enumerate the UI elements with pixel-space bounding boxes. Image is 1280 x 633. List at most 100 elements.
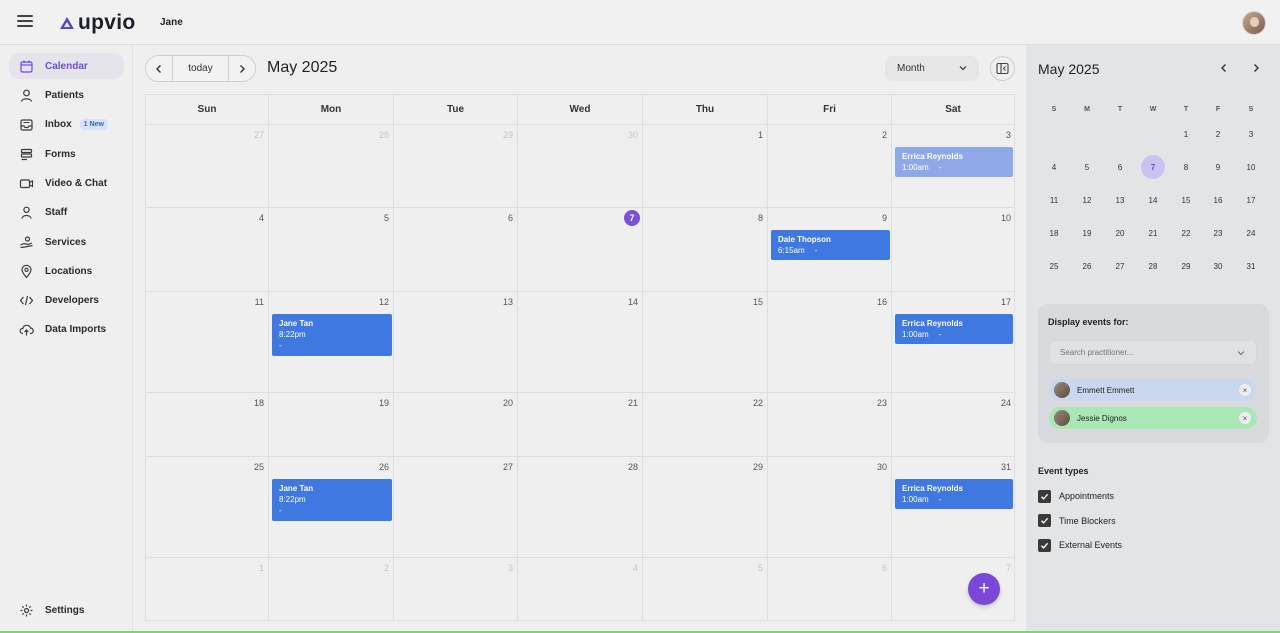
event-type-option[interactable]: Appointments [1038, 489, 1114, 503]
mini-day[interactable]: 9 [1206, 155, 1230, 179]
toggle-side-panel-button[interactable] [990, 56, 1015, 81]
practitioner-search-input[interactable] [1049, 340, 1257, 365]
day-cell[interactable]: 18 [146, 393, 269, 457]
sidebar-item-settings[interactable]: Settings [9, 597, 124, 623]
sidebar-item-locations[interactable]: Locations [9, 258, 124, 284]
mini-day[interactable]: 18 [1042, 221, 1066, 245]
checkbox-checked-icon[interactable] [1038, 538, 1051, 552]
mini-day-selected[interactable]: 7 [1141, 155, 1165, 179]
day-cell[interactable]: 27 [394, 457, 518, 558]
event-type-option[interactable]: Time Blockers [1038, 514, 1116, 528]
mini-day[interactable]: 11 [1042, 188, 1066, 212]
day-cell[interactable]: 29 [643, 457, 768, 558]
view-select[interactable]: Month [885, 56, 979, 81]
mini-day[interactable]: 23 [1206, 221, 1230, 245]
mini-day[interactable]: 21 [1141, 221, 1165, 245]
mini-day[interactable]: 3 [1239, 122, 1263, 146]
day-cell[interactable]: 4 [518, 558, 643, 621]
mini-day[interactable]: 10 [1239, 155, 1263, 179]
day-cell[interactable]: 5 [643, 558, 768, 621]
day-cell[interactable]: 13 [394, 292, 518, 393]
mini-day[interactable]: 19 [1075, 221, 1099, 245]
calendar-event[interactable]: Jane Tan 8:22pm - [272, 479, 392, 521]
mini-day[interactable]: 2 [1206, 122, 1230, 146]
day-cell[interactable]: 20 [394, 393, 518, 457]
mini-day[interactable]: 1 [1174, 122, 1198, 146]
mini-day[interactable]: 24 [1239, 221, 1263, 245]
sidebar-item-patients[interactable]: Patients [9, 82, 124, 108]
day-cell[interactable]: 14 [518, 292, 643, 393]
day-cell[interactable]: 11 [146, 292, 269, 393]
day-cell[interactable]: 19 [269, 393, 394, 457]
menu-icon[interactable] [17, 15, 33, 29]
day-cell[interactable]: 10 [892, 208, 1015, 292]
mini-day[interactable]: 25 [1042, 254, 1066, 278]
mini-day[interactable]: 20 [1108, 221, 1132, 245]
mini-day[interactable]: 17 [1239, 188, 1263, 212]
day-cell[interactable]: 30 [768, 457, 892, 558]
day-cell[interactable]: 28 [518, 457, 643, 558]
day-cell[interactable]: 6 [394, 208, 518, 292]
sidebar-item-services[interactable]: Services [9, 229, 124, 255]
mini-day[interactable]: 12 [1075, 188, 1099, 212]
sidebar-item-inbox[interactable]: Inbox 1 New [9, 111, 124, 137]
checkbox-checked-icon[interactable] [1038, 489, 1051, 503]
calendar-event[interactable]: Errica Reynolds 1:00am - [895, 479, 1013, 509]
day-cell[interactable]: 4 [146, 208, 269, 292]
mini-next-button[interactable] [1248, 60, 1264, 76]
day-cell[interactable]: 23 [768, 393, 892, 457]
day-cell[interactable]: 24 [892, 393, 1015, 457]
mini-day[interactable]: 16 [1206, 188, 1230, 212]
day-cell[interactable]: 27 [146, 125, 269, 208]
user-avatar[interactable] [1242, 11, 1266, 35]
close-icon[interactable]: × [1239, 384, 1251, 396]
mini-day[interactable]: 26 [1075, 254, 1099, 278]
mini-day[interactable]: 13 [1108, 188, 1132, 212]
sidebar-item-video-chat[interactable]: Video & Chat [9, 170, 124, 196]
day-cell[interactable]: 25 [146, 457, 269, 558]
mini-day[interactable]: 29 [1174, 254, 1198, 278]
day-cell[interactable]: 16 [768, 292, 892, 393]
day-cell[interactable]: 3 [394, 558, 518, 621]
calendar-event[interactable]: Jane Tan 8:22pm - [272, 314, 392, 356]
event-type-option[interactable]: External Events [1038, 538, 1122, 552]
sidebar-item-staff[interactable]: Staff [9, 199, 124, 225]
day-cell[interactable]: 22 [643, 393, 768, 457]
day-cell[interactable]: 5 [269, 208, 394, 292]
mini-day[interactable]: 14 [1141, 188, 1165, 212]
mini-day[interactable]: 28 [1141, 254, 1165, 278]
day-cell[interactable]: 2 [269, 558, 394, 621]
sidebar-item-forms[interactable]: Forms [9, 141, 124, 167]
day-cell[interactable]: 29 [394, 125, 518, 208]
close-icon[interactable]: × [1239, 412, 1251, 424]
day-cell[interactable]: 8 [643, 208, 768, 292]
checkbox-checked-icon[interactable] [1038, 514, 1051, 527]
mini-prev-button[interactable] [1216, 60, 1232, 76]
add-event-button[interactable]: + [968, 573, 1000, 605]
prev-month-button[interactable] [146, 55, 172, 82]
day-cell[interactable]: 7 [518, 208, 643, 292]
mini-day[interactable]: 31 [1239, 254, 1263, 278]
sidebar-item-calendar[interactable]: Calendar [9, 53, 124, 79]
day-cell[interactable]: 15 [643, 292, 768, 393]
calendar-event[interactable]: Dale Thopson 6:15am - [771, 230, 890, 260]
mini-day[interactable]: 5 [1075, 155, 1099, 179]
day-cell[interactable]: 6 [768, 558, 892, 621]
day-cell[interactable]: 1 [146, 558, 269, 621]
mini-day[interactable]: 30 [1206, 254, 1230, 278]
mini-day[interactable]: 22 [1174, 221, 1198, 245]
today-button[interactable]: today [172, 55, 229, 82]
sidebar-item-developers[interactable]: Developers [9, 287, 124, 313]
mini-day[interactable]: 6 [1108, 155, 1132, 179]
sidebar-item-data-imports[interactable]: Data Imports [9, 316, 124, 342]
mini-day[interactable]: 27 [1108, 254, 1132, 278]
next-month-button[interactable] [229, 55, 255, 82]
day-cell[interactable]: 1 [643, 125, 768, 208]
day-cell[interactable]: 21 [518, 393, 643, 457]
day-cell[interactable]: 2 [768, 125, 892, 208]
mini-day[interactable]: 8 [1174, 155, 1198, 179]
mini-day[interactable]: 15 [1174, 188, 1198, 212]
day-cell[interactable]: 28 [269, 125, 394, 208]
calendar-event[interactable]: Errica Reynolds 1:00am - [895, 147, 1013, 177]
day-cell[interactable]: 30 [518, 125, 643, 208]
